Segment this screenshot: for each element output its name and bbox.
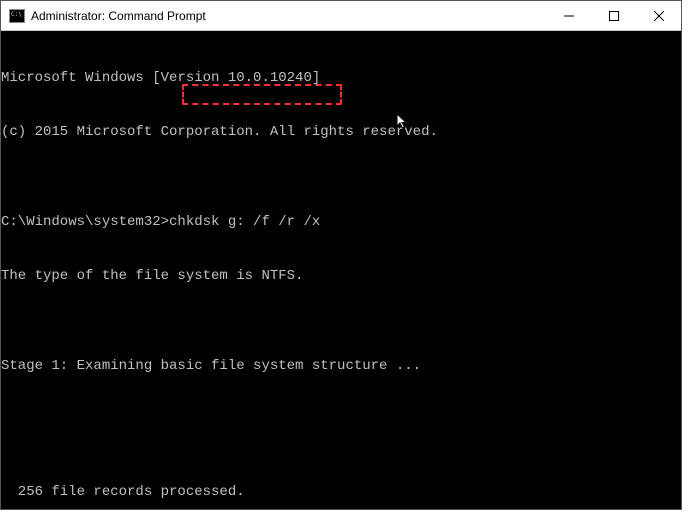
terminal-line: (c) 2015 Microsoft Corporation. All righ… [1, 123, 681, 141]
terminal-line: The type of the file system is NTFS. [1, 267, 681, 285]
terminal-line: 256 file records processed. [1, 483, 681, 501]
cmd-icon [9, 9, 25, 23]
terminal-line: C:\Windows\system32>chkdsk g: /f /r /x [1, 213, 681, 231]
window-controls [546, 1, 681, 30]
command-prompt-window: Administrator: Command Prompt Microsoft … [0, 0, 682, 510]
command-highlight [182, 84, 342, 105]
titlebar[interactable]: Administrator: Command Prompt [1, 1, 681, 31]
maximize-button[interactable] [591, 1, 636, 30]
terminal-line: Microsoft Windows [Version 10.0.10240] [1, 69, 681, 87]
window-title: Administrator: Command Prompt [31, 9, 546, 23]
close-button[interactable] [636, 1, 681, 30]
terminal-line: Stage 1: Examining basic file system str… [1, 357, 681, 375]
minimize-button[interactable] [546, 1, 591, 30]
terminal-output[interactable]: Microsoft Windows [Version 10.0.10240] (… [1, 31, 681, 509]
